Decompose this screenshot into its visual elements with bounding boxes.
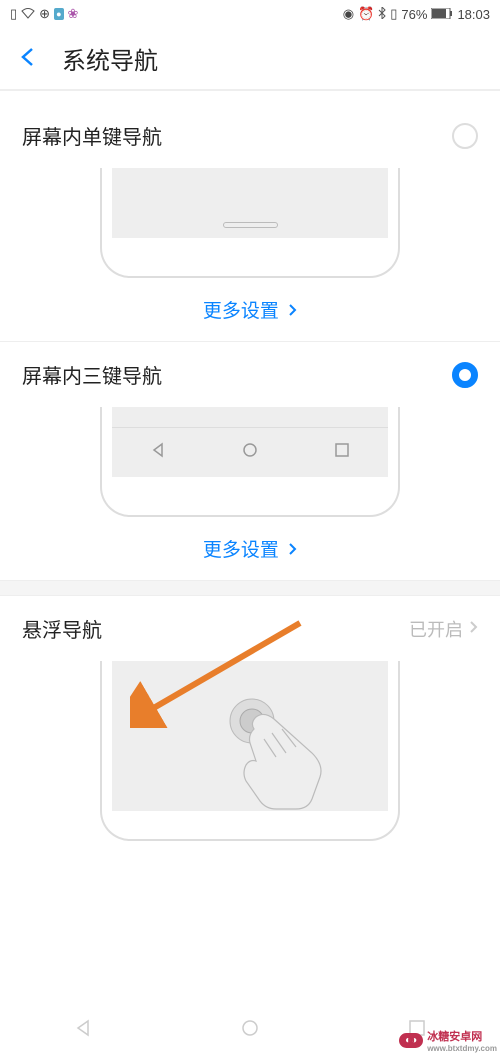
app-icon-2: ❀	[68, 6, 79, 22]
option-floating[interactable]: 悬浮导航 已开启	[0, 595, 500, 661]
status-right: ◉ ⏰ ▯ 76% 18:03	[343, 6, 490, 22]
watermark-logo-icon: ◐◑	[399, 1033, 423, 1048]
header: 系统导航	[0, 28, 500, 90]
option-floating-label: 悬浮导航	[22, 614, 102, 643]
radio-unselected-icon[interactable]	[452, 123, 478, 149]
more-settings-single[interactable]: 更多设置	[0, 278, 500, 342]
app-icon-1: ●	[54, 8, 63, 20]
floating-status-text: 已开启	[409, 616, 463, 642]
bluetooth-icon	[378, 7, 386, 22]
preview-floating	[100, 661, 400, 841]
nav-home-icon[interactable]	[240, 1018, 260, 1043]
section-gap	[0, 581, 500, 595]
nav-home-icon	[242, 442, 258, 463]
watermark-text: 冰糖安卓网	[427, 1028, 497, 1044]
option-single-key-label: 屏幕内单键导航	[22, 121, 162, 150]
page-title: 系统导航	[62, 41, 158, 76]
sync-icon: ⊕	[39, 6, 50, 22]
alarm-icon: ⏰	[358, 6, 374, 22]
back-arrow-icon[interactable]	[18, 43, 40, 75]
nav-recent-icon	[334, 442, 350, 463]
chevron-right-icon	[288, 301, 297, 322]
status-left: ▯ ⊕ ● ❀	[10, 6, 78, 22]
vibrate-icon: ▯	[390, 6, 397, 22]
option-three-key[interactable]: 屏幕内三键导航	[0, 342, 500, 407]
battery-icon	[431, 7, 453, 22]
chevron-right-icon	[469, 618, 478, 639]
eye-icon: ◉	[343, 6, 354, 22]
preview-three-key	[100, 407, 400, 517]
option-three-key-label: 屏幕内三键导航	[22, 360, 162, 389]
preview-single-key	[100, 168, 400, 278]
single-key-bar-icon	[223, 222, 278, 228]
nav-back-icon	[150, 442, 166, 463]
option-single-key[interactable]: 屏幕内单键导航	[0, 91, 500, 168]
floating-finger-icon	[112, 661, 392, 811]
nav-back-icon[interactable]	[73, 1018, 93, 1043]
wifi-icon	[21, 7, 35, 22]
watermark: ◐◑ 冰糖安卓网 www.btxtdmy.com	[399, 1028, 497, 1053]
more-settings-three-label: 更多设置	[203, 540, 279, 561]
chevron-right-icon	[288, 540, 297, 561]
radio-selected-icon[interactable]	[452, 362, 478, 388]
time-label: 18:03	[457, 7, 490, 22]
more-settings-single-label: 更多设置	[203, 301, 279, 322]
more-settings-three[interactable]: 更多设置	[0, 517, 500, 581]
option-floating-status: 已开启	[409, 616, 478, 642]
battery-percent: 76%	[401, 7, 427, 22]
status-bar: ▯ ⊕ ● ❀ ◉ ⏰ ▯ 76% 18:03	[0, 0, 500, 28]
watermark-url: www.btxtdmy.com	[427, 1044, 497, 1053]
sim-icon: ▯	[10, 6, 17, 22]
